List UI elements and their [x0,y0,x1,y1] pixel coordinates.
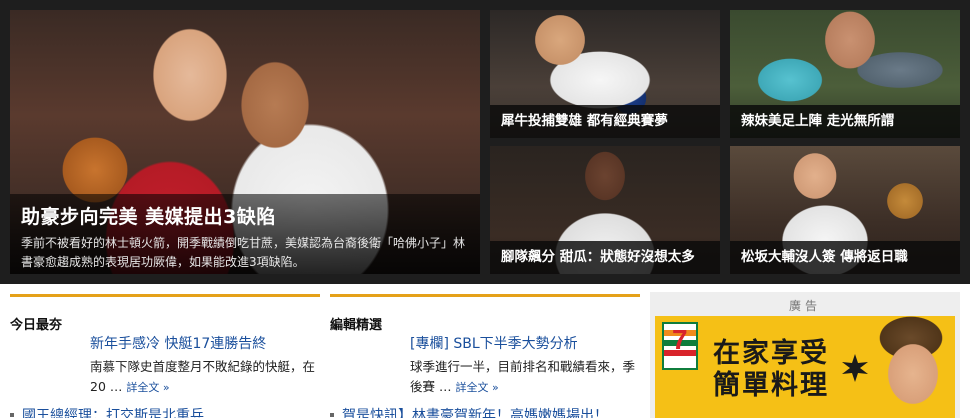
headline-link[interactable]: 新年手感冷 快艇17連勝告終 [90,333,266,353]
read-more-link[interactable]: 詳全文 » [126,381,169,394]
ad-model-image [861,316,955,418]
headline-summary: 球季進行一半，目前排名和戰績看來，季後賽 … 詳全文 » [410,357,640,398]
headline-summary: 南慕下隊史首度整月不敗紀錄的快艇，在20 … 詳全文 » [90,357,320,398]
bullet-icon [330,413,334,417]
ad-banner[interactable]: 7 在家享受 簡單料理 [655,316,955,418]
headline-link[interactable]: [專欄] SBL下半季大勢分析 [410,333,578,353]
hero-story[interactable]: 助豪步向完美 美媒提出3缺陷 季前不被看好的林士頓火箭，開季戰績倒吃甘蔗，美媒認… [10,10,480,274]
story-tile-1[interactable]: 犀牛投捕雙雄 都有經典賽夢 [490,10,720,138]
ad-label: 廣告 [788,299,821,313]
read-more-link[interactable]: 詳全文 » [455,381,498,394]
advertisement: 廣告 7 在家享受 簡單料理 [650,292,960,418]
list-item-link[interactable]: 國王總經理：打交斯是北重兵 [22,405,204,418]
story-tile-2[interactable]: 辣妹美足上陣 走光無所謂 [730,10,960,138]
list-item-link[interactable]: 賀是快訊】林書豪賀新年！高媽嫩媽場出！ [342,405,608,418]
hero-title[interactable]: 助豪步向完美 美媒提出3缺陷 [21,202,276,229]
story-caption-2[interactable]: 辣妹美足上陣 走光無所謂 [730,105,960,138]
ad-headline: 在家享受 簡單料理 [713,338,829,402]
seven-eleven-logo-icon: 7 [662,322,698,370]
editor-picks-section: 編輯精選 [專欄] SBL下半季大勢分析 球季進行一半，目前排名和戰績看來，季後… [330,294,640,418]
story-caption-3[interactable]: 腳隊飆分 甜瓜：狀態好沒想太多 [490,241,720,274]
today-hot-section: 今日最夯 新年手感冷 快艇17連勝告終 南慕下隊史首度整月不敗紀錄的快艇，在20… [10,294,320,418]
summary-text: 南慕下隊史首度整月不敗紀錄的快艇，在20 … [90,359,316,394]
ad-headline-line-1: 在家享受 [713,338,829,369]
summary-text: 球季進行一半，目前排名和戰績看來，季後賽 … [410,359,636,394]
story-caption-4[interactable]: 松坂大輔沒人簽 傳將返日職 [730,241,960,274]
story-tile-4[interactable]: 松坂大輔沒人簽 傳將返日職 [730,146,960,274]
ad-headline-line-2: 簡單料理 [713,370,829,401]
bullet-icon [10,413,14,417]
story-caption-1[interactable]: 犀牛投捕雙雄 都有經典賽夢 [490,105,720,138]
section-heading: 今日最夯 [10,318,63,333]
story-tile-3[interactable]: 腳隊飆分 甜瓜：狀態好沒想太多 [490,146,720,274]
section-heading: 編輯精選 [330,318,383,333]
hero-description: 季前不被看好的林士頓火箭，開季戰績倒吃甘蔗，美媒認為台裔後衛「哈佛小子」林書豪愈… [21,236,466,269]
